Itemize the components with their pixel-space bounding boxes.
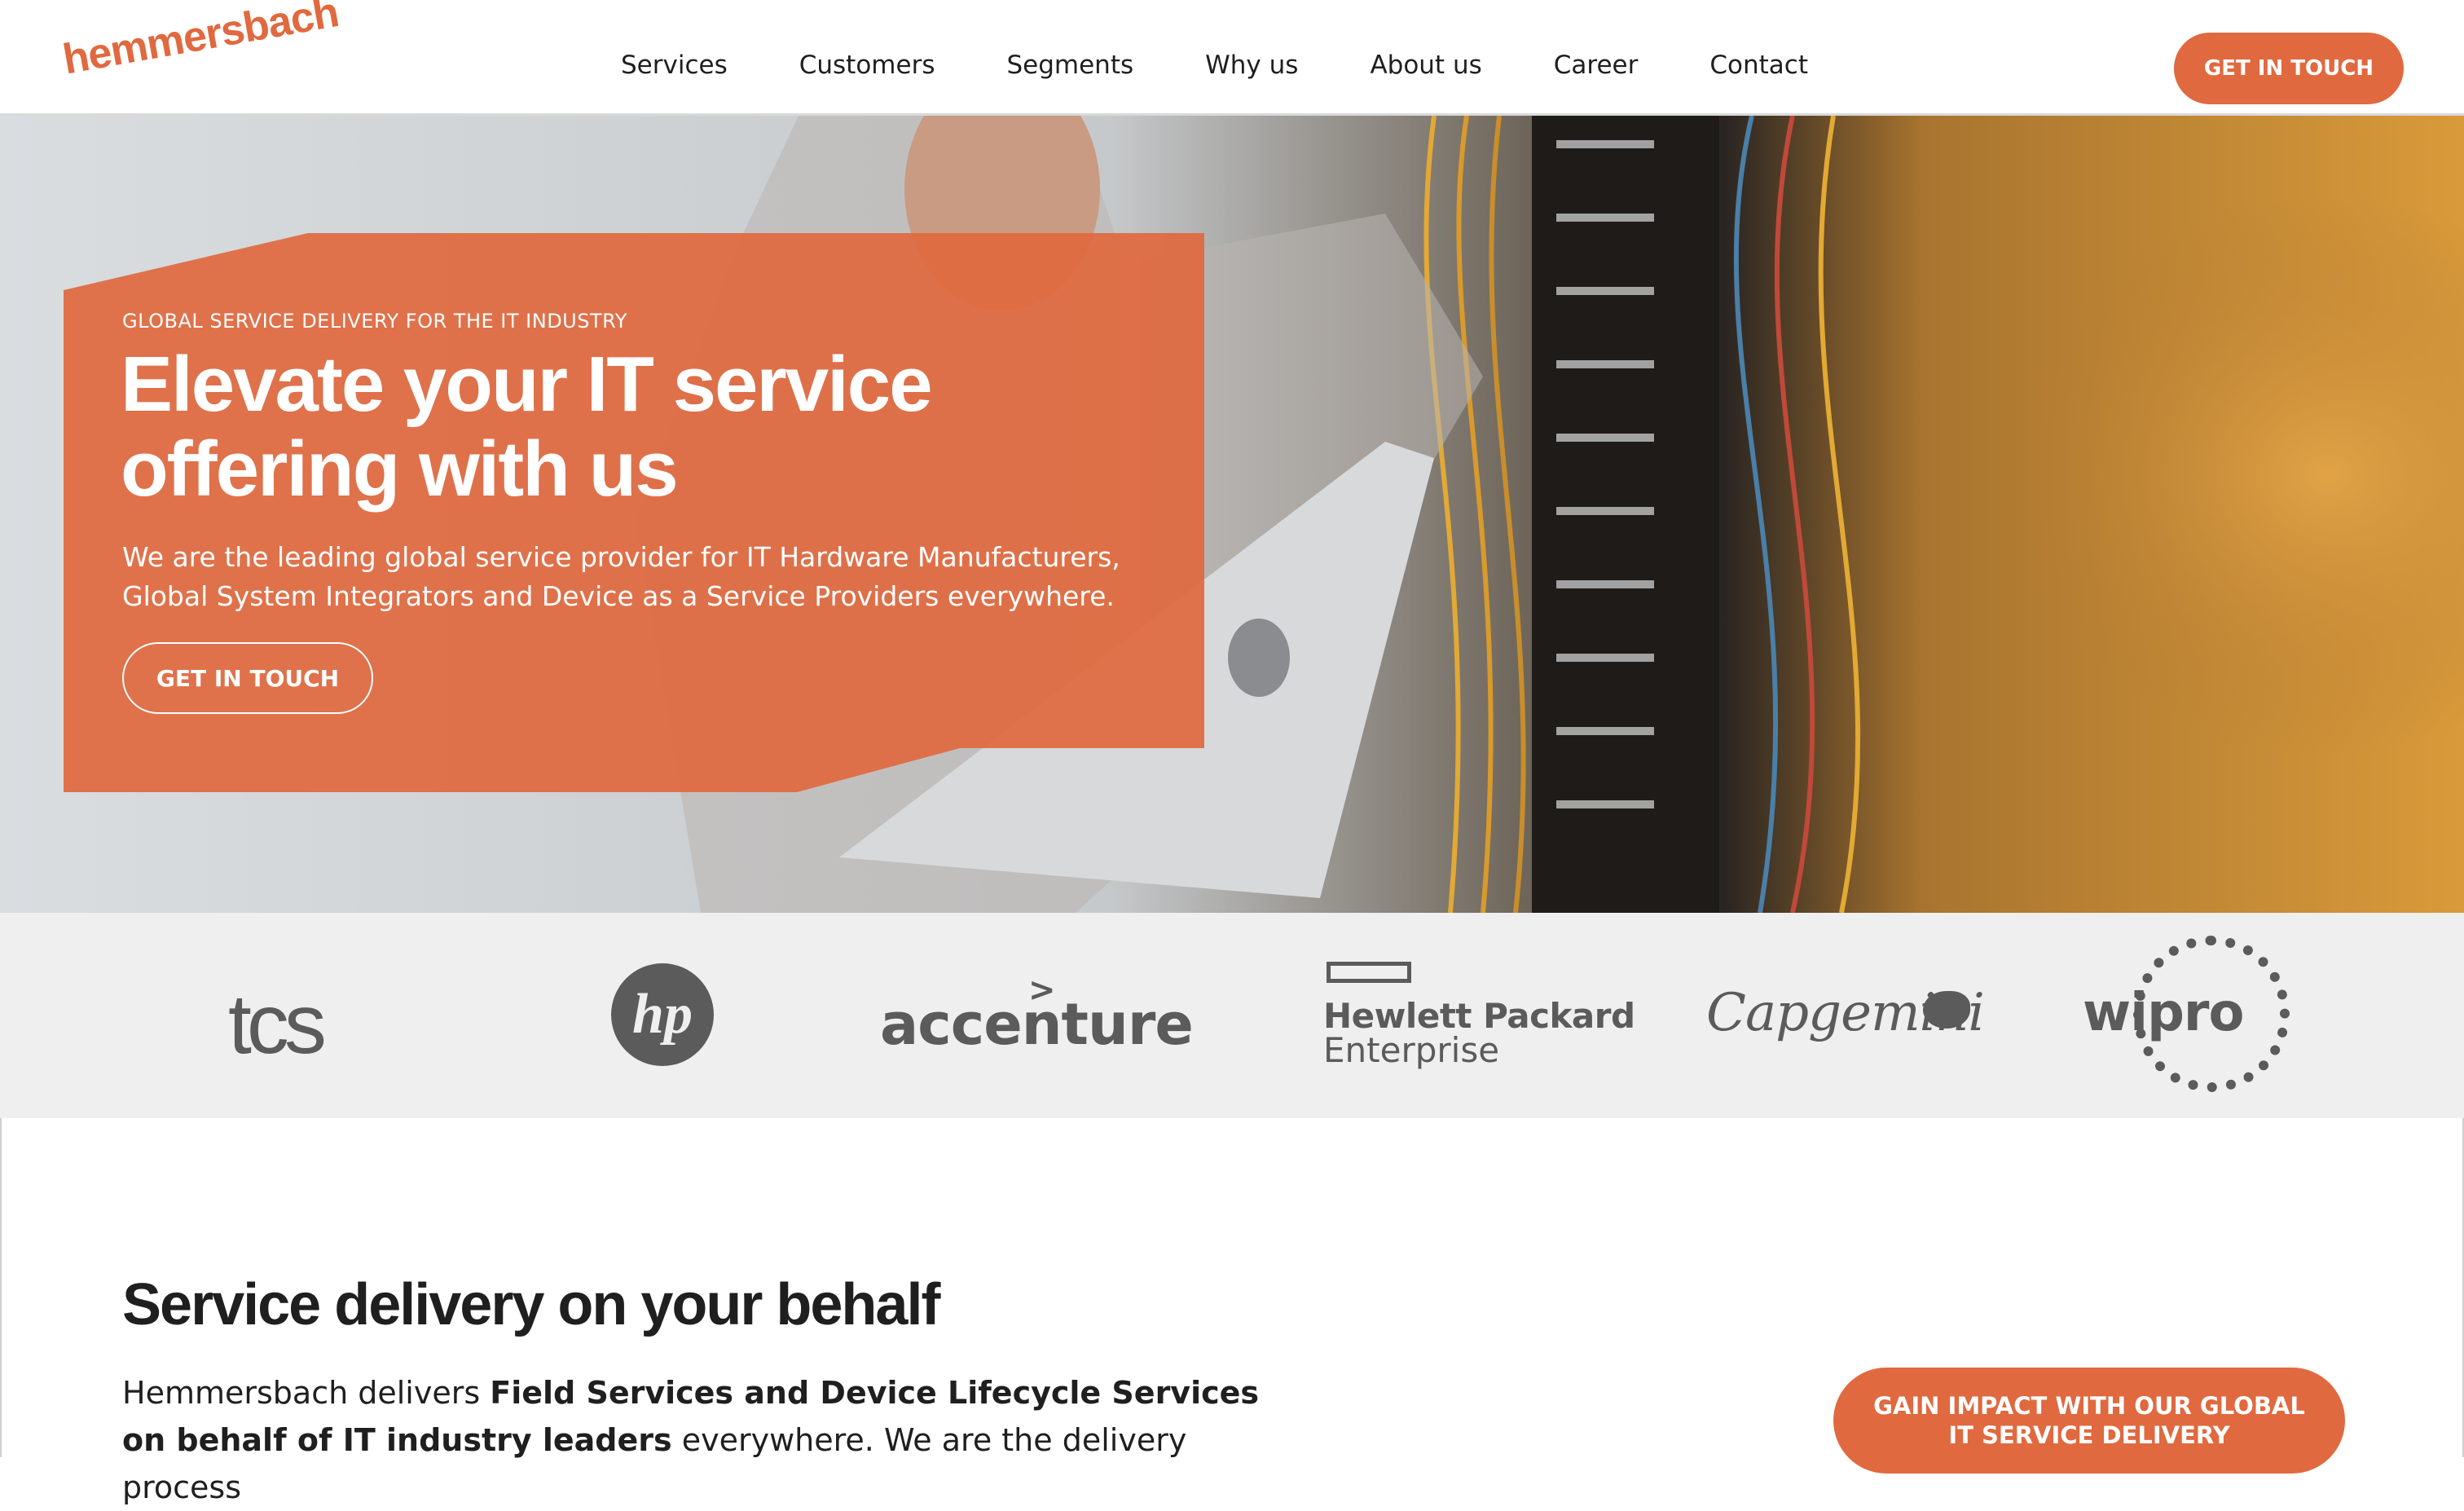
body-text-part-1: Hemmersbach delivers — [122, 1375, 491, 1411]
hero-headline-line-1: Elevate your IT service — [121, 341, 933, 428]
hero-headline-line-2: offering with us — [121, 425, 679, 513]
main-nav: Services Customers Segments Why us About… — [621, 51, 1880, 80]
hero-get-in-touch-button[interactable]: GET IN TOUCH — [122, 642, 373, 714]
header-get-in-touch-button[interactable]: GET IN TOUCH — [2174, 33, 2404, 104]
client-logo-strip: tcs hp > accenture Hewlett Packard Enter… — [0, 913, 2464, 1118]
hpe-rectangle-icon — [1327, 962, 1411, 983]
hero-section: GLOBAL SERVICE DELIVERY FOR THE IT INDUS… — [0, 116, 2464, 913]
gain-impact-button[interactable]: GAIN IMPACT WITH OUR GLOBAL IT SERVICE D… — [1833, 1368, 2345, 1474]
nav-why-us[interactable]: Why us — [1205, 51, 1298, 80]
hpe-logo-line-2: Enterprise — [1323, 1030, 1500, 1070]
hero-description: We are the leading global service provid… — [122, 541, 1120, 612]
nav-career[interactable]: Career — [1554, 51, 1639, 80]
tcs-logo: tcs — [228, 977, 327, 1072]
hero-kicker: GLOBAL SERVICE DELIVERY FOR THE IT INDUS… — [122, 310, 627, 333]
capgemini-spade-icon — [1923, 991, 1970, 1029]
nav-customers[interactable]: Customers — [799, 51, 935, 80]
nav-contact[interactable]: Contact — [1709, 51, 1808, 80]
section-body: Hemmersbach delivers Field Services and … — [122, 1369, 1296, 1511]
nav-about-us[interactable]: About us — [1370, 51, 1481, 80]
section-title: Service delivery on your behalf — [122, 1272, 940, 1337]
hemmersbach-logo[interactable]: hemmersbach — [59, 0, 342, 85]
wipro-logo: wipro — [2083, 983, 2244, 1043]
accenture-logo: accenture — [880, 991, 1194, 1058]
nav-segments[interactable]: Segments — [1006, 51, 1133, 80]
nav-services[interactable]: Services — [621, 51, 728, 80]
site-header: hemmersbach Services Customers Segments … — [0, 0, 2464, 116]
hp-logo: hp — [611, 963, 714, 1066]
hero-headline: Elevate your IT service offering with us — [121, 342, 1098, 512]
